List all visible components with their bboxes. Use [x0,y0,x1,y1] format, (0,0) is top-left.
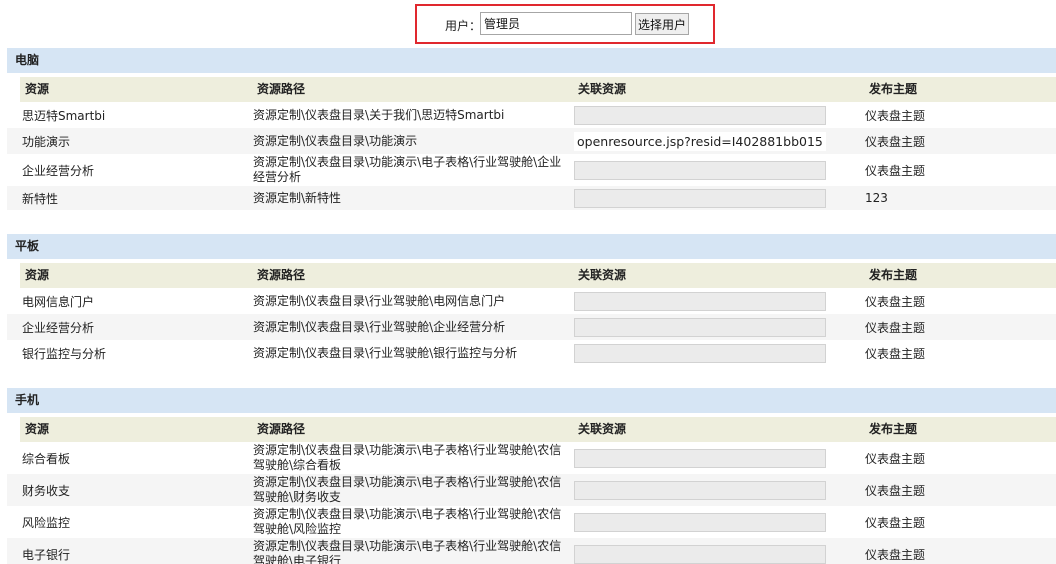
user-label: 用户： [445,19,482,33]
path-cell: 资源定制\仪表盘目录\行业驾驶舱\电网信息门户 [253,293,506,308]
column-header-theme: 发布主题 [864,77,1056,102]
column-header-related: 关联资源 [573,417,864,442]
section-title: 电脑 [7,48,1056,73]
section-title: 手机 [7,388,1056,413]
table-row: 企业经营分析 资源定制\仪表盘目录\功能演示\电子表格\行业驾驶舱\企业经营分析… [7,154,1056,186]
user-selector: 用户： 选择用户 [415,4,715,44]
path-cell: 资源定制\仪表盘目录\关于我们\思迈特Smartbi [253,107,505,122]
theme-cell: 仪表盘主题 [865,451,926,466]
table-row: 财务收支 资源定制\仪表盘目录\功能演示\电子表格\行业驾驶舱\农信驾驶舱\财务… [7,474,1056,506]
theme-cell: 仪表盘主题 [865,346,926,361]
table-row: 功能演示 资源定制\仪表盘目录\功能演示 仪表盘主题 [7,128,1056,154]
resource-cell: 财务收支 [22,483,71,498]
column-header-resource: 资源 [20,263,252,288]
column-header-path: 资源路径 [252,417,573,442]
resource-cell: 思迈特Smartbi [22,108,106,123]
related-resource-input[interactable] [574,343,826,363]
section-mobile: 手机 资源 资源路径 关联资源 发布主题 综合看板 资源定制\仪表盘目录\功能演… [7,388,1056,564]
resource-cell: 新特性 [22,191,59,206]
table-row: 银行监控与分析 资源定制\仪表盘目录\行业驾驶舱\银行监控与分析 仪表盘主题 [7,340,1056,366]
related-resource-input[interactable] [574,317,826,337]
resource-cell: 风险监控 [22,515,71,530]
section-desktop: 电脑 资源 资源路径 关联资源 发布主题 思迈特Smartbi 资源定制\仪表盘… [7,48,1056,210]
path-cell: 资源定制\仪表盘目录\行业驾驶舱\银行监控与分析 [253,345,518,360]
theme-cell: 仪表盘主题 [865,320,926,335]
column-header-row: 资源 资源路径 关联资源 发布主题 [7,417,1056,442]
theme-cell: 仪表盘主题 [865,515,926,530]
resource-cell: 企业经营分析 [22,320,95,335]
theme-cell: 仪表盘主题 [865,294,926,309]
resource-cell: 综合看板 [22,451,71,466]
table-row: 思迈特Smartbi 资源定制\仪表盘目录\关于我们\思迈特Smartbi 仪表… [7,102,1056,128]
column-header-resource: 资源 [20,417,252,442]
resource-cell: 功能演示 [22,134,71,149]
theme-cell: 仪表盘主题 [865,547,926,562]
table-row: 风险监控 资源定制\仪表盘目录\功能演示\电子表格\行业驾驶舱\农信驾驶舱\风险… [7,506,1056,538]
path-cell: 资源定制\新特性 [253,190,342,205]
path-cell: 资源定制\仪表盘目录\功能演示\电子表格\行业驾驶舱\农信驾驶舱\财务收支 [253,475,562,504]
table-row: 电网信息门户 资源定制\仪表盘目录\行业驾驶舱\电网信息门户 仪表盘主题 [7,288,1056,314]
resource-cell: 企业经营分析 [22,163,95,178]
path-cell: 资源定制\仪表盘目录\功能演示\电子表格\行业驾驶舱\农信驾驶舱\电子银行 [253,539,562,564]
page: 用户： 选择用户 电脑 资源 资源路径 关联资源 发布主题 思迈特Smartbi… [0,0,1056,564]
resource-cell: 电子银行 [22,547,71,562]
related-resource-input[interactable] [574,105,826,125]
table-row: 综合看板 资源定制\仪表盘目录\功能演示\电子表格\行业驾驶舱\农信驾驶舱\综合… [7,442,1056,474]
select-user-button[interactable]: 选择用户 [635,13,689,35]
related-resource-input[interactable] [574,544,826,564]
column-header-row: 资源 资源路径 关联资源 发布主题 [7,263,1056,288]
table-row: 电子银行 资源定制\仪表盘目录\功能演示\电子表格\行业驾驶舱\农信驾驶舱\电子… [7,538,1056,564]
column-header-theme: 发布主题 [864,263,1056,288]
related-resource-input[interactable] [574,448,826,468]
related-resource-input[interactable] [574,291,826,311]
section-tablet: 平板 资源 资源路径 关联资源 发布主题 电网信息门户 资源定制\仪表盘目录\行… [7,234,1056,366]
path-cell: 资源定制\仪表盘目录\功能演示\电子表格\行业驾驶舱\农信驾驶舱\综合看板 [253,443,562,472]
column-header-theme: 发布主题 [864,417,1056,442]
column-header-related: 关联资源 [573,263,864,288]
theme-cell: 123 [865,191,888,205]
related-resource-input[interactable] [574,188,826,208]
resource-cell: 电网信息门户 [22,294,95,309]
path-cell: 资源定制\仪表盘目录\功能演示 [253,133,418,148]
theme-cell: 仪表盘主题 [865,108,926,123]
path-cell: 资源定制\仪表盘目录\功能演示\电子表格\行业驾驶舱\农信驾驶舱\风险监控 [253,507,562,536]
theme-cell: 仪表盘主题 [865,483,926,498]
column-header-resource: 资源 [20,77,252,102]
column-header-path: 资源路径 [252,263,573,288]
user-input[interactable] [480,12,632,35]
related-resource-input[interactable] [574,480,826,500]
related-resource-input[interactable] [574,512,826,532]
path-cell: 资源定制\仪表盘目录\功能演示\电子表格\行业驾驶舱\企业经营分析 [253,155,562,184]
theme-cell: 仪表盘主题 [865,163,926,178]
theme-cell: 仪表盘主题 [865,134,926,149]
path-cell: 资源定制\仪表盘目录\行业驾驶舱\企业经营分析 [253,319,506,334]
column-header-path: 资源路径 [252,77,573,102]
related-resource-input[interactable] [574,160,826,180]
table-row: 企业经营分析 资源定制\仪表盘目录\行业驾驶舱\企业经营分析 仪表盘主题 [7,314,1056,340]
resource-cell: 银行监控与分析 [22,346,107,361]
section-title: 平板 [7,234,1056,259]
related-resource-input[interactable] [574,131,826,151]
column-header-related: 关联资源 [573,77,864,102]
column-header-row: 资源 资源路径 关联资源 发布主题 [7,77,1056,102]
table-row: 新特性 资源定制\新特性 123 [7,186,1056,210]
